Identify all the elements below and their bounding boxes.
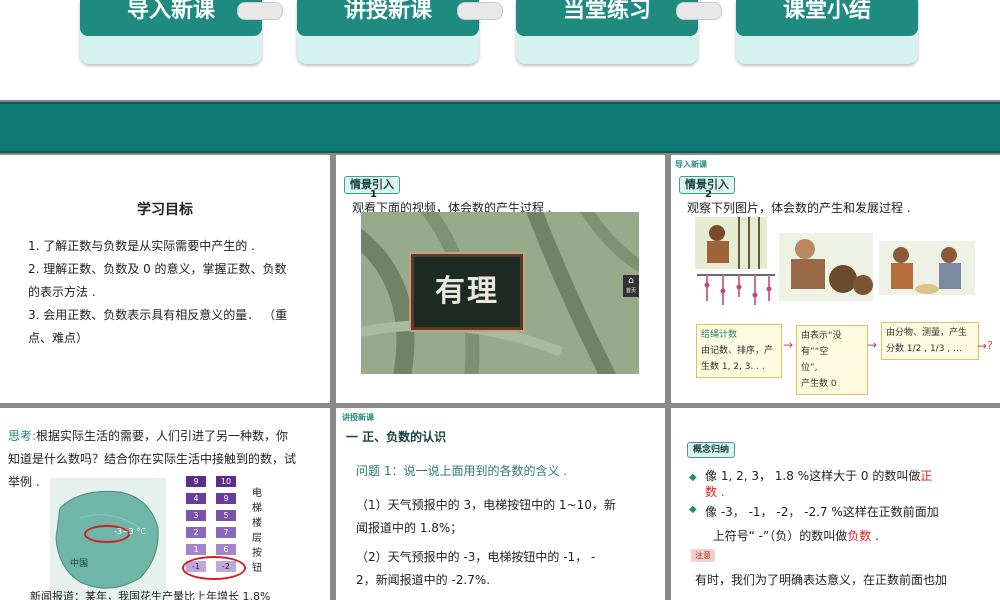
flow-box-fractions: 由分物、测量，产生 分数 1/2 , 1/3 , … xyxy=(881,322,979,360)
think-label: 思考: xyxy=(8,429,37,443)
concept-negative: 像 -3， -1， -2， -2.7 %这样在正数前面加 上符号“ -”（负）的… xyxy=(705,505,939,543)
pottery-illustration xyxy=(779,233,873,301)
news-text: 新闻报道：某年，我国花生产量比上年增长 1.8% xyxy=(30,590,271,600)
arrow-right-icon: → xyxy=(977,339,988,353)
map-label: 中国 xyxy=(70,559,89,569)
slide-video-intro[interactable]: 情景引入 1 观看下面的视频，体会数的产生过程 . 有理 ⌂ 首页 xyxy=(336,155,665,403)
goal-item: 的表示方法 . xyxy=(28,285,96,299)
arrow-right-icon: → xyxy=(783,338,794,352)
knot-cord-icon xyxy=(697,274,775,305)
section-header: 导入新课 xyxy=(675,160,707,169)
nav-button-intro[interactable]: 导入新课 xyxy=(80,0,262,64)
slide-title: 学习目标 xyxy=(137,202,193,218)
question-text: 问题 1：说一说上面用到的各数的含义 . xyxy=(356,464,568,478)
nav-button-teach[interactable]: 讲授新课 xyxy=(297,0,479,64)
flow-box-counting: 结绳计数 由记数、排序，产 生数 1, 2, 3. . . xyxy=(696,324,782,378)
nav-button-summary[interactable]: 课堂小结 xyxy=(736,0,918,64)
concept-tag: 概念归纳 xyxy=(687,442,736,458)
nav-button-practice[interactable]: 当堂练习 xyxy=(516,0,698,64)
question-mark: ? xyxy=(987,339,993,352)
note-text: 有时，我们为了明确表达意义，在正数前面也加 xyxy=(695,573,948,587)
title-band xyxy=(0,102,1000,153)
note-tag: 注意 xyxy=(691,549,715,562)
goal-item: 点、难点） xyxy=(28,331,89,345)
ribbon-knot xyxy=(237,2,283,20)
ribbon-knot xyxy=(676,2,722,20)
diamond-bullet-icon: ◆ xyxy=(689,504,697,515)
slide-instruction: 观察下列图片，体会数的产生和发展过程 . xyxy=(687,201,911,215)
chalkboard-text: 有理 xyxy=(435,274,499,309)
goal-list: 1. 了解正数与负数是从实际需要中产生的 . 2. 理解正数、负数及 0 的意义… xyxy=(28,235,318,350)
home-icon[interactable]: ⌂ 首页 xyxy=(623,275,639,297)
nav-label: 讲授新课 xyxy=(343,0,432,23)
ribbon-knot xyxy=(457,2,503,20)
nav-label: 导入新课 xyxy=(126,0,215,23)
slide-learning-goals[interactable]: 学习目标 1. 了解正数与负数是从实际需要中产生的 . 2. 理解正数、负数及 … xyxy=(0,155,330,403)
nav-label: 课堂小结 xyxy=(782,0,871,23)
answer-1: （1）天气预报中的 3，电梯按钮中的 1~10，新 闻报道中的 1.8%； xyxy=(356,498,616,535)
slide-think[interactable]: 思考:根据实际生活的需要，人们引进了另一种数，你 知道是什么数吗？结合你在实际生… xyxy=(0,408,330,600)
measuring-illustration xyxy=(879,241,975,295)
flow-box-zero: 由表示“没 有”“空 位”, 产生数 0 xyxy=(796,325,868,395)
arrow-right-icon: → xyxy=(867,338,878,352)
top-nav-bar: 导入新课 讲授新课 当堂练习 课堂小结 xyxy=(0,0,1000,100)
video-player[interactable]: 有理 ⌂ 首页 xyxy=(361,212,639,374)
slide-number-development[interactable]: 导入新课 情景引入 2 观察下列图片，体会数的产生和发展过程 . 结绳计数 由记… xyxy=(671,155,1000,403)
section-header: 讲授新课 xyxy=(342,413,374,422)
goal-item: 1. 了解正数与负数是从实际需要中产生的 . xyxy=(28,239,255,253)
slide-positive-negative[interactable]: 讲授新课 一 正、负数的认识 问题 1：说一说上面用到的各数的含义 . （1）天… xyxy=(336,408,665,600)
elevator-caption: 电 梯 楼 层 按 钮 xyxy=(252,488,262,574)
chalkboard: 有理 xyxy=(411,254,523,330)
goal-item: 3. 会用正数、负数表示具有相反意义的量． （重 xyxy=(28,308,288,322)
concept-positive: 像 1, 2, 3， 1.8 %这样大于 0 的数叫做正 数 . xyxy=(705,469,933,499)
answer-2: （2）天气预报中的 -3，电梯按钮中的 -1， - 2，新闻报道中的 -2.7%… xyxy=(356,550,596,587)
elevator-panel: 9 10 4 9 3 5 2 7 1 6 -1 -2 xyxy=(182,476,246,580)
map-temperature: -3~3 °C xyxy=(114,527,146,536)
goal-item: 2. 理解正数、负数及 0 的意义，掌握正数、负数 xyxy=(28,262,287,276)
knot-tying-illustration xyxy=(695,217,767,269)
diamond-bullet-icon: ◆ xyxy=(689,472,697,483)
section-title: 一 正、负数的认识 xyxy=(346,430,447,444)
slide-concept-summary[interactable]: 概念归纳 ◆ 像 1, 2, 3， 1.8 %这样大于 0 的数叫做正 数 . … xyxy=(671,408,1000,600)
nav-label: 当堂练习 xyxy=(562,0,651,23)
weather-map: -3~3 °C 中国 xyxy=(50,478,166,600)
